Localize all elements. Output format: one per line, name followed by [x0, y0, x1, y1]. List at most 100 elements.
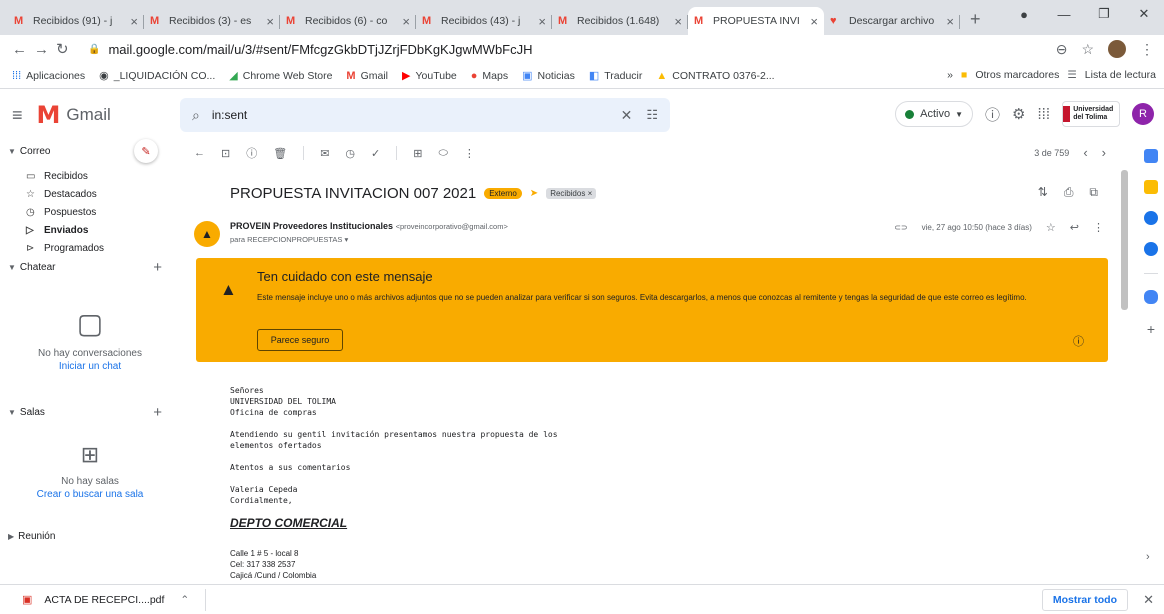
zoom-icon[interactable]: ⊖	[1056, 41, 1068, 58]
bookmark-item[interactable]: ◧ Traducir	[589, 69, 643, 83]
add-task-icon[interactable]: ✓	[371, 147, 380, 160]
restore-icon[interactable]: ❐	[1084, 6, 1124, 22]
star-icon[interactable]: ☆	[1046, 221, 1056, 234]
bookmark-item[interactable]: ▣ Noticias	[522, 69, 575, 83]
close-tab-icon[interactable]: ×	[130, 14, 138, 29]
get-addons-plus-icon[interactable]: +	[1138, 321, 1164, 337]
more-options-icon[interactable]: ⋮	[1093, 221, 1104, 234]
new-chat-plus-icon[interactable]: +	[153, 259, 162, 276]
status-selector[interactable]: Activo ▼	[895, 101, 974, 127]
close-download-bar-icon[interactable]: ✕	[1143, 592, 1154, 608]
browser-tab[interactable]: M Recibidos (6) - co ×	[280, 7, 416, 35]
recipients-toggle[interactable]: para RECEPCIONPROPUESTAS ▾	[230, 235, 348, 244]
older-icon[interactable]: ›	[1102, 145, 1106, 160]
bookmark-item[interactable]: ◉ _LIQUIDACIÓN CO...	[99, 69, 215, 83]
forward-icon[interactable]: →	[34, 41, 56, 58]
reload-icon[interactable]: ↻	[56, 40, 78, 58]
close-tab-icon[interactable]: ×	[402, 14, 410, 29]
apps-grid-icon[interactable]: ⁞⁞⁞	[1037, 106, 1050, 123]
sender-info[interactable]: PROVEIN Proveedores Institucionales <pro…	[230, 221, 508, 231]
search-options-icon[interactable]: ☷	[646, 107, 658, 123]
main-menu-icon[interactable]: ≡	[12, 105, 23, 126]
minimize-icon[interactable]: —	[1044, 7, 1084, 22]
profile-icon[interactable]: ●	[1004, 7, 1044, 22]
back-icon[interactable]: ←	[12, 41, 34, 58]
close-tab-icon[interactable]: ×	[266, 14, 274, 29]
create-room-link[interactable]: Crear o buscar una sala	[0, 489, 180, 500]
bookmark-item[interactable]: ⁞⁞⁞ Aplicaciones	[12, 70, 85, 82]
bookmark-item[interactable]: ▶ YouTube	[402, 69, 457, 83]
help-icon[interactable]: ⓘ	[985, 104, 1000, 125]
bookmark-item[interactable]: ● Maps	[471, 70, 508, 82]
compose-button[interactable]: ✎	[134, 139, 158, 163]
sidebar-item-scheduled[interactable]: ⊳ Programados	[0, 239, 180, 257]
bookmark-star-icon[interactable]: ☆	[1081, 41, 1094, 58]
download-file-name[interactable]: ACTA DE RECEPCI....pdf	[44, 594, 164, 606]
archive-icon[interactable]: ⊡	[221, 147, 230, 160]
keep-icon[interactable]	[1144, 180, 1158, 194]
show-all-button[interactable]: Mostrar todo	[1041, 589, 1128, 611]
bookmark-item[interactable]: ◢ Chrome Web Store	[229, 69, 332, 83]
addon-icon[interactable]	[1144, 290, 1158, 304]
browser-tab[interactable]: M Recibidos (3) - es ×	[144, 7, 280, 35]
clear-search-icon[interactable]: ✕	[621, 107, 633, 124]
delete-icon[interactable]: 🗑	[273, 147, 287, 160]
mark-unread-icon[interactable]: ✉	[320, 147, 329, 160]
move-to-icon[interactable]: ⊞	[413, 147, 422, 160]
browser-tab[interactable]: ♥ Descargar archivo ×	[824, 7, 960, 35]
organization-logo[interactable]: Universidad del Tolima	[1062, 101, 1120, 127]
address-bar[interactable]: 🔒 mail.google.com/mail/u/3/#sent/FMfcgzG…	[88, 42, 533, 57]
other-bookmarks[interactable]: Otros marcadores	[975, 69, 1059, 81]
sidebar-item-snoozed[interactable]: ◷ Pospuestos	[0, 203, 180, 221]
browser-tab[interactable]: M Recibidos (1.648) ×	[552, 7, 688, 35]
sidebar-item-inbox[interactable]: ▭ Recibidos	[0, 167, 180, 185]
bookmark-item[interactable]: M Gmail	[346, 70, 388, 82]
account-avatar[interactable]: R	[1132, 103, 1154, 125]
chevron-up-icon[interactable]: ⌃	[180, 594, 189, 606]
newer-icon[interactable]: ‹	[1083, 145, 1087, 160]
close-tab-icon[interactable]: ×	[538, 14, 546, 29]
browser-tab-active[interactable]: M PROPUESTA INVI ×	[688, 7, 824, 35]
label-icon[interactable]: ⬭	[438, 147, 447, 160]
lock-icon[interactable]: 🔒	[88, 44, 100, 55]
reply-icon[interactable]: ↩	[1070, 221, 1079, 234]
contacts-icon[interactable]	[1144, 242, 1158, 256]
looks-safe-button[interactable]: Parece seguro	[257, 329, 343, 351]
snooze-icon[interactable]: ◷	[345, 147, 355, 160]
new-room-plus-icon[interactable]: +	[153, 404, 162, 421]
gmail-logo[interactable]: M Gmail	[37, 101, 111, 129]
more-bookmarks-icon[interactable]: »	[947, 69, 953, 81]
chrome-profile-avatar[interactable]	[1108, 40, 1126, 58]
section-rooms[interactable]: ▼ Salas +	[0, 402, 180, 422]
chrome-menu-icon[interactable]: ⋮	[1140, 41, 1154, 58]
sender-avatar-warning-icon[interactable]: ▲	[194, 221, 220, 247]
collapse-all-icon[interactable]: ⇅	[1038, 185, 1048, 200]
expand-panel-icon[interactable]: ›	[1146, 551, 1150, 563]
importance-marker-icon[interactable]: ➤	[530, 188, 538, 199]
bookmark-item[interactable]: ▲ CONTRATO 0376-2...	[656, 70, 774, 82]
section-chat[interactable]: ▼ Chatear +	[0, 257, 180, 277]
search-icon[interactable]: ⌕	[192, 107, 200, 124]
calendar-icon[interactable]	[1144, 149, 1158, 163]
reading-list[interactable]: Lista de lectura	[1085, 69, 1156, 81]
scrollbar-thumb[interactable]	[1121, 170, 1128, 310]
new-tab-button[interactable]: +	[970, 9, 981, 30]
close-window-icon[interactable]: ✕	[1124, 6, 1164, 22]
sidebar-item-starred[interactable]: ☆ Destacados	[0, 185, 180, 203]
help-icon[interactable]: ⓘ	[1073, 333, 1084, 349]
close-tab-icon[interactable]: ×	[946, 14, 954, 29]
open-new-window-icon[interactable]: ⧉	[1089, 185, 1098, 200]
browser-tab[interactable]: M Recibidos (91) - j ×	[8, 7, 144, 35]
label-chip[interactable]: Recibidos ×	[546, 188, 597, 199]
search-input[interactable]	[211, 108, 621, 122]
back-arrow-icon[interactable]: ←	[194, 147, 205, 159]
remove-label-icon[interactable]: ×	[588, 189, 593, 198]
close-tab-icon[interactable]: ×	[810, 14, 818, 29]
section-mail[interactable]: ▼ Correo ✎	[0, 141, 180, 161]
report-spam-icon[interactable]: ⓘ	[246, 145, 257, 161]
close-tab-icon[interactable]: ×	[674, 14, 682, 29]
section-meet[interactable]: ▶ Reunión	[0, 526, 180, 546]
more-options-icon[interactable]: ⋮	[464, 147, 475, 160]
start-chat-link[interactable]: Iniciar un chat	[0, 361, 180, 372]
sidebar-item-sent[interactable]: ▷ Enviados	[0, 221, 180, 239]
